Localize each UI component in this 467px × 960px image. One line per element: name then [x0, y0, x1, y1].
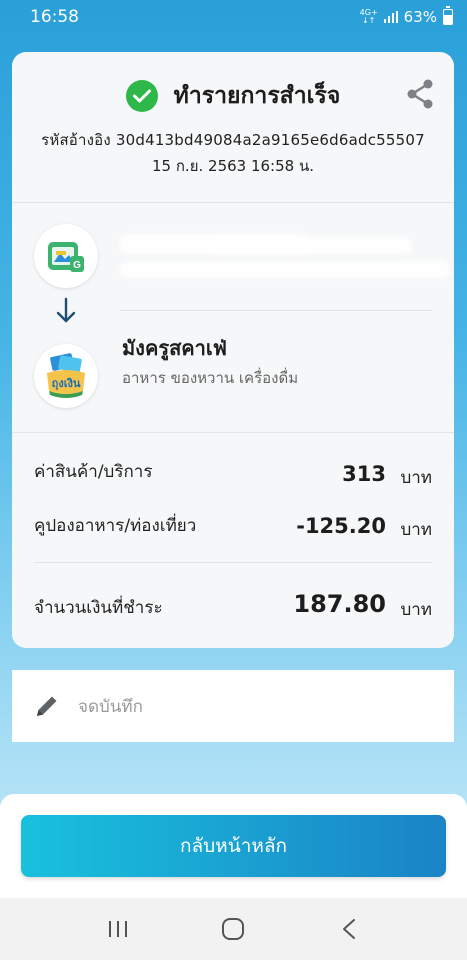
- divider: [34, 562, 432, 563]
- total-label: จำนวนเงินที่ชำระ: [34, 598, 163, 618]
- thung-ngoen-icon: ถุงเงิน: [34, 344, 98, 408]
- total-unit: บาท: [400, 600, 432, 620]
- arrow-down-icon: [56, 297, 76, 323]
- pencil-icon: [37, 696, 57, 716]
- goods-unit: บาท: [400, 468, 432, 488]
- transaction-datetime: 15 ก.ย. 2563 16:58 น.: [152, 157, 314, 175]
- back-to-home-label: กลับหน้าหลัก: [179, 835, 288, 857]
- battery-icon: [443, 6, 453, 25]
- note-placeholder: จดบันทึก: [78, 696, 143, 717]
- status-indicators: 4G+ ↓↑ 63%: [359, 6, 453, 26]
- goods-label: ค่าสินค้า/บริการ: [34, 462, 153, 482]
- system-nav-bar: [0, 898, 467, 960]
- signal-icon: [383, 11, 398, 23]
- home-icon[interactable]: [213, 909, 253, 949]
- page-title: ทำรายการสำเร็จ: [173, 83, 341, 109]
- back-to-home-button[interactable]: กลับหน้าหลัก: [21, 815, 446, 877]
- status-bar: 16:58 4G+ ↓↑ 63%: [0, 0, 467, 34]
- goods-amount: 313: [342, 462, 386, 486]
- g-wallet-icon: G: [34, 224, 98, 288]
- merchant-logo-text: ถุงเงิน: [52, 377, 81, 391]
- reference-number: รหัสอ้างอิง 30d413bd49084a2a9165e6d6adc5…: [41, 131, 425, 149]
- network-indicator: 4G+ ↓↑: [359, 8, 378, 25]
- divider: [12, 202, 454, 203]
- check-circle-icon: [125, 80, 158, 112]
- merchant-name: มังครูสคาเฟ่: [122, 336, 227, 360]
- coupon-amount: -125.20: [296, 514, 386, 538]
- note-field[interactable]: จดบันทึก: [12, 670, 454, 742]
- svg-text:G: G: [73, 260, 81, 271]
- coupon-unit: บาท: [400, 520, 432, 540]
- total-amount: 187.80: [293, 590, 386, 618]
- redacted-sender-account: [120, 262, 450, 278]
- merchant-category: อาหาร ของหวาน เครื่องดื่ม: [122, 369, 299, 387]
- share-icon[interactable]: [406, 78, 434, 110]
- divider: [120, 310, 432, 311]
- divider: [12, 432, 454, 433]
- coupon-label: คูปองอาหาร/ท่องเที่ยว: [34, 516, 197, 536]
- recent-apps-icon[interactable]: [98, 909, 138, 949]
- bottom-action-sheet: กลับหน้าหลัก: [0, 794, 467, 898]
- receipt-card: ทำรายการสำเร็จ รหัสอ้างอิง 30d413bd49084…: [12, 52, 454, 648]
- battery-percent: 63%: [403, 8, 437, 26]
- receipt-header: ทำรายการสำเร็จ: [12, 74, 454, 118]
- redacted-sender-name: [212, 238, 412, 254]
- status-time: 16:58: [30, 7, 79, 27]
- back-icon[interactable]: [329, 909, 369, 949]
